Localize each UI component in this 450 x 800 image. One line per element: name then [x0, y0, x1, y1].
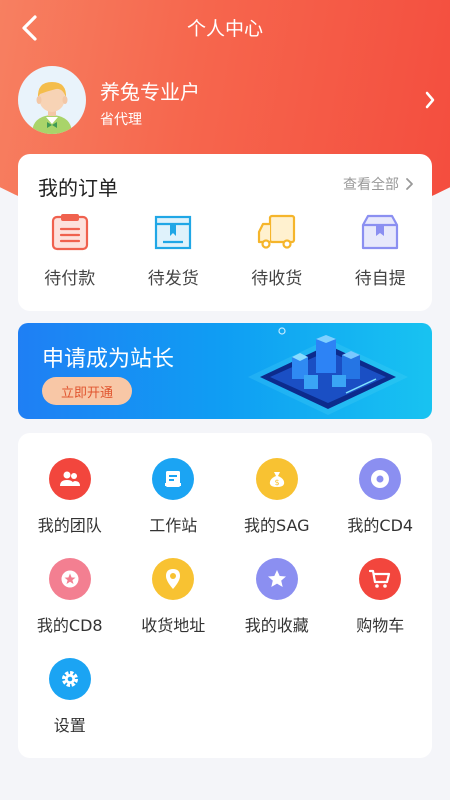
menu-item-settings[interactable]: 设置 — [18, 658, 122, 758]
profile-section[interactable]: 养兔专业户 省代理 — [0, 64, 450, 140]
menu-item-my-team[interactable]: 我的团队 — [18, 458, 122, 558]
workstation-icon — [152, 458, 195, 500]
location-icon — [152, 558, 195, 600]
team-icon — [48, 458, 91, 500]
truck-icon — [257, 214, 295, 249]
package-icon — [362, 214, 399, 250]
menu-item-shipping-address[interactable]: 收货地址 — [122, 558, 226, 658]
order-pending-payment[interactable]: 待付款 — [18, 212, 122, 289]
chevron-right-icon — [425, 91, 435, 109]
banner-title: 申请成为站长 — [42, 347, 175, 372]
orders-title: 我的订单 — [38, 176, 118, 200]
user-name: 养兔专业户 — [100, 80, 200, 104]
menu-label: 收货地址 — [141, 616, 206, 635]
chevron-right-icon — [406, 178, 413, 190]
menu-label: 我的CD4 — [347, 516, 414, 535]
badge-icon — [48, 558, 91, 600]
box-icon — [155, 215, 192, 250]
gear-icon — [48, 658, 91, 700]
view-all-label: 查看全部 — [343, 177, 399, 193]
features-card: 我的团队 工作站 $ 我的SAG 我的CD4 我的CD8 收货地址 我的收藏 购… — [18, 433, 432, 758]
money-bag-icon: $ — [255, 458, 298, 500]
menu-item-workstation[interactable]: 工作站 — [122, 458, 226, 558]
top-bar: 个人中心 — [0, 0, 450, 56]
order-pending-receipt[interactable]: 待收货 — [225, 212, 329, 289]
menu-label: 我的收藏 — [244, 616, 309, 635]
menu-label: 工作站 — [149, 516, 198, 535]
cart-icon — [359, 558, 402, 600]
order-pending-pickup[interactable]: 待自提 — [329, 212, 433, 289]
menu-label: 购物车 — [356, 616, 405, 635]
menu-item-my-favorites[interactable]: 我的收藏 — [225, 558, 329, 658]
svg-text:$: $ — [274, 478, 279, 487]
order-pending-shipment[interactable]: 待发货 — [122, 212, 226, 289]
avatar — [18, 66, 86, 134]
city-illustration-icon — [248, 327, 408, 415]
menu-item-shopping-cart[interactable]: 购物车 — [329, 558, 433, 658]
order-status-label: 待自提 — [354, 269, 406, 289]
menu-item-my-cd4[interactable]: 我的CD4 — [329, 458, 433, 558]
clipboard-icon — [51, 214, 88, 251]
order-status-label: 待收货 — [251, 269, 303, 289]
user-role: 省代理 — [100, 112, 142, 128]
menu-label: 我的团队 — [37, 516, 102, 535]
order-status-label: 待发货 — [147, 269, 199, 289]
view-all-orders-link[interactable]: 查看全部 — [343, 174, 414, 194]
menu-item-my-sag[interactable]: $ 我的SAG — [225, 458, 329, 558]
open-now-button[interactable]: 立即开通 — [42, 377, 132, 405]
menu-item-my-cd8[interactable]: 我的CD8 — [18, 558, 122, 658]
menu-label: 我的CD8 — [36, 616, 103, 635]
menu-label: 我的SAG — [243, 516, 310, 535]
orders-card: 我的订单 查看全部 待付款 待发货 待收货 待自提 — [18, 154, 432, 311]
page-title: 个人中心 — [186, 18, 263, 40]
apply-station-banner[interactable]: 申请成为站长 立即开通 — [18, 323, 432, 419]
menu-label: 设置 — [53, 716, 86, 735]
star-icon — [255, 558, 298, 600]
disc-icon — [359, 458, 402, 500]
order-status-label: 待付款 — [44, 269, 96, 289]
